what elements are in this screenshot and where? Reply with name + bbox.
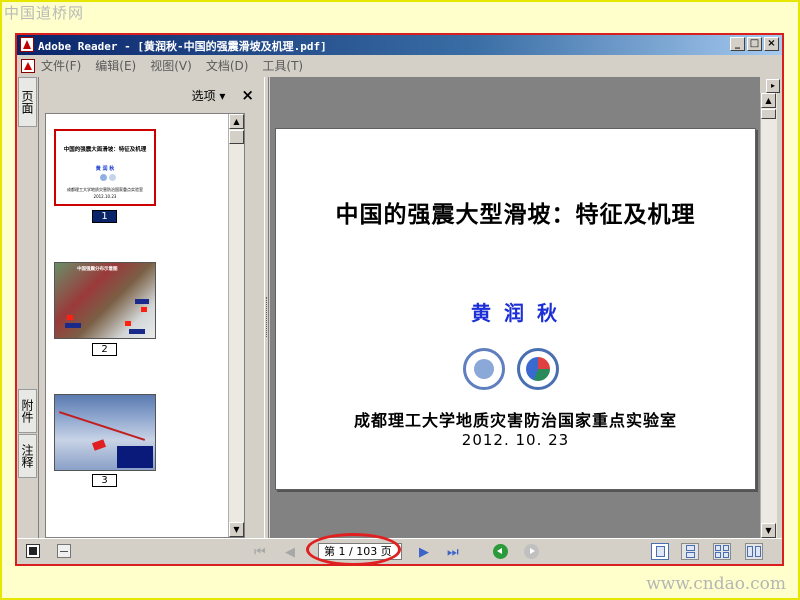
last-page-icon[interactable]: ⏭ <box>447 545 459 560</box>
go-back-icon[interactable] <box>493 544 508 559</box>
adobe-reader-icon <box>20 37 34 52</box>
window-title: Adobe Reader - [黄润秋-中国的强震滑坡及机理.pdf] <box>38 40 327 53</box>
close-button[interactable]: × <box>764 37 779 51</box>
facing-layout-icon[interactable] <box>745 543 763 560</box>
menu-document[interactable]: 文档(D) <box>206 57 249 74</box>
window-controls: _ □ × <box>730 37 779 51</box>
thumb-2-tag <box>135 299 149 304</box>
slide-author: 黄 润 秋 <box>471 301 560 325</box>
thumb-3-fault-line <box>58 411 146 441</box>
thumb-2-marker <box>67 315 73 320</box>
laboratory-logo-icon <box>517 348 559 390</box>
thumbnail-page-3[interactable] <box>54 394 156 471</box>
scroll-down-icon[interactable]: ▼ <box>229 522 244 537</box>
nav-panel-header: 选项 ▾ × <box>41 77 264 113</box>
thumb-1-date: 2012.10.23 <box>93 194 117 199</box>
panel-splitter[interactable] <box>264 77 269 538</box>
thumbnail-label-3[interactable]: 3 <box>92 474 117 487</box>
thumbnail-page-1[interactable]: 中国的强震大面滑坡：特征及机理 黄 润 秋 成都理工大学地质灾害防治国家重点实验… <box>54 129 156 206</box>
single-page-layout-icon[interactable] <box>651 543 669 560</box>
tab-pages[interactable]: 页面 <box>18 77 37 127</box>
thumbnail-scrollbar[interactable]: ▲ ▼ <box>228 114 244 537</box>
pdf-page: 中国的强震大型滑坡：特征及机理 黄 润 秋 成都理工大学地质灾害防治国家重点实验… <box>275 128 756 490</box>
title-bar[interactable]: Adobe Reader - [黄润秋-中国的强震滑坡及机理.pdf] _ □ … <box>17 35 782 55</box>
thumbnail-label-1[interactable]: 1 <box>92 210 117 223</box>
scroll-up-icon[interactable]: ▲ <box>229 114 244 129</box>
nav-panel-close-icon[interactable]: × <box>241 86 254 104</box>
continuous-layout-icon[interactable] <box>681 543 699 560</box>
thumb-1-org: 成都理工大学地质灾害防治国家重点实验室 <box>67 187 143 192</box>
first-page-icon[interactable]: ⏮ <box>254 545 266 560</box>
institution-logos <box>463 348 563 390</box>
thumb-1-title: 中国的强震大面滑坡：特征及机理 <box>63 147 147 153</box>
menu-file[interactable]: 文件(F) <box>41 57 81 74</box>
page-options-icon[interactable] <box>57 544 71 558</box>
thumb-1-author: 黄 润 秋 <box>95 166 115 172</box>
thumbnail-page-2[interactable]: 中国强震分布示意图 <box>54 262 156 339</box>
tab-attachments[interactable]: 附件 <box>18 389 37 433</box>
menu-view[interactable]: 视图(V) <box>150 57 192 74</box>
show-panel-icon[interactable] <box>26 544 40 558</box>
thumb-2-marker <box>125 321 131 326</box>
menu-edit[interactable]: 编辑(E) <box>95 57 136 74</box>
tab-comments[interactable]: 注释 <box>18 434 37 478</box>
slide-date: 2012. 10. 23 <box>461 431 570 449</box>
document-view[interactable]: 中国的强震大型滑坡：特征及机理 黄 润 秋 成都理工大学地质灾害防治国家重点实验… <box>270 77 760 538</box>
scroll-up-icon[interactable]: ▲ <box>761 93 776 108</box>
document-scrollbar[interactable]: ▲ ▼ <box>760 93 777 538</box>
menu-tools[interactable]: 工具(T) <box>262 57 303 74</box>
side-tab-strip: 页面 附件 注释 <box>17 77 39 538</box>
go-forward-icon[interactable] <box>524 544 539 559</box>
slide-title: 中国的强震大型滑坡：特征及机理 <box>335 202 696 228</box>
navigation-panel: 选项 ▾ × 中国的强震大面滑坡：特征及机理 黄 润 秋 成都理工大学地质灾害防… <box>41 77 264 538</box>
scroll-thumb[interactable] <box>229 130 244 144</box>
splitter-grip-icon[interactable] <box>266 297 268 337</box>
thumb-2-tag <box>129 329 145 334</box>
thumb-2-tag <box>65 323 81 328</box>
menu-bar: 文件(F) 编辑(E) 视图(V) 文档(D) 工具(T) <box>17 56 782 75</box>
scroll-down-icon[interactable]: ▼ <box>761 523 776 538</box>
reader-window: Adobe Reader - [黄润秋-中国的强震滑坡及机理.pdf] _ □ … <box>15 33 784 566</box>
thumb-2-marker <box>141 307 147 312</box>
panel-scroll-arrow-icon[interactable]: ▸ <box>766 79 780 93</box>
watermark-bottom: www.cndao.com <box>646 574 786 594</box>
university-logo-icon <box>463 348 505 390</box>
watermark-top: 中国道桥网 <box>4 4 85 22</box>
document-icon[interactable] <box>21 58 35 73</box>
thumb-2-title: 中国强震分布示意图 <box>77 267 118 272</box>
thumbnail-list[interactable]: 中国的强震大面滑坡：特征及机理 黄 润 秋 成都理工大学地质灾害防治国家重点实验… <box>45 113 245 538</box>
options-dropdown[interactable]: 选项 ▾ <box>192 87 226 104</box>
next-page-icon[interactable]: ▶ <box>419 545 429 560</box>
thumb-3-arrow-icon <box>91 439 107 451</box>
slide-organization: 成都理工大学地质灾害防治国家重点实验室 <box>353 411 677 430</box>
minimize-button[interactable]: _ <box>730 37 745 51</box>
thumb-1-logo-left-icon <box>100 174 107 181</box>
thumbnail-label-2[interactable]: 2 <box>92 343 117 356</box>
page-number-field[interactable]: 第 1 / 103 页 <box>318 543 402 560</box>
continuous-facing-layout-icon[interactable] <box>713 543 731 560</box>
maximize-button[interactable]: □ <box>747 37 762 51</box>
scroll-thumb[interactable] <box>761 109 776 119</box>
thumb-3-legend <box>117 446 153 468</box>
thumb-1-logo-right-icon <box>109 174 116 181</box>
previous-page-icon[interactable]: ◀ <box>285 545 295 560</box>
status-bar: ⏮ ◀ 第 1 / 103 页 ▶ ⏭ <box>17 538 782 564</box>
